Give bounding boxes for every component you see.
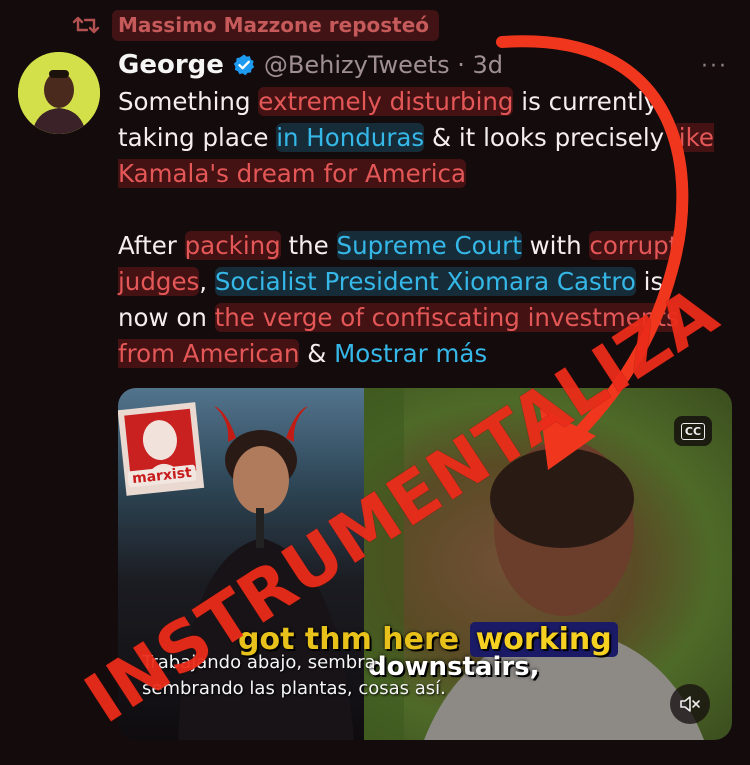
author-handle[interactable]: @BehizyTweets · 3d (264, 51, 503, 79)
tweet-paragraph-1: Something extremely disturbing is curren… (118, 87, 714, 188)
avatar[interactable] (18, 52, 100, 134)
repost-indicator[interactable]: Massimo Mazzone reposteó (72, 8, 440, 42)
repost-icon (72, 16, 100, 34)
captions-button[interactable]: CC (674, 416, 712, 446)
tweet-header: George @BehizyTweets · 3d (118, 46, 503, 84)
more-options-icon[interactable]: ··· (701, 54, 728, 79)
author-name[interactable]: George (118, 50, 224, 80)
tweet-time: 3d (472, 51, 503, 79)
avatar-image (18, 52, 100, 134)
verified-badge-icon (233, 54, 255, 76)
show-more-link[interactable]: Mostrar más (334, 339, 487, 368)
volume-muted-icon[interactable] (670, 684, 710, 724)
marxist-stamp-icon (118, 396, 209, 504)
tweet-video[interactable]: marxist CC got thm here working downstai… (118, 388, 732, 740)
repost-text[interactable]: Massimo Mazzone reposteó (112, 9, 440, 41)
